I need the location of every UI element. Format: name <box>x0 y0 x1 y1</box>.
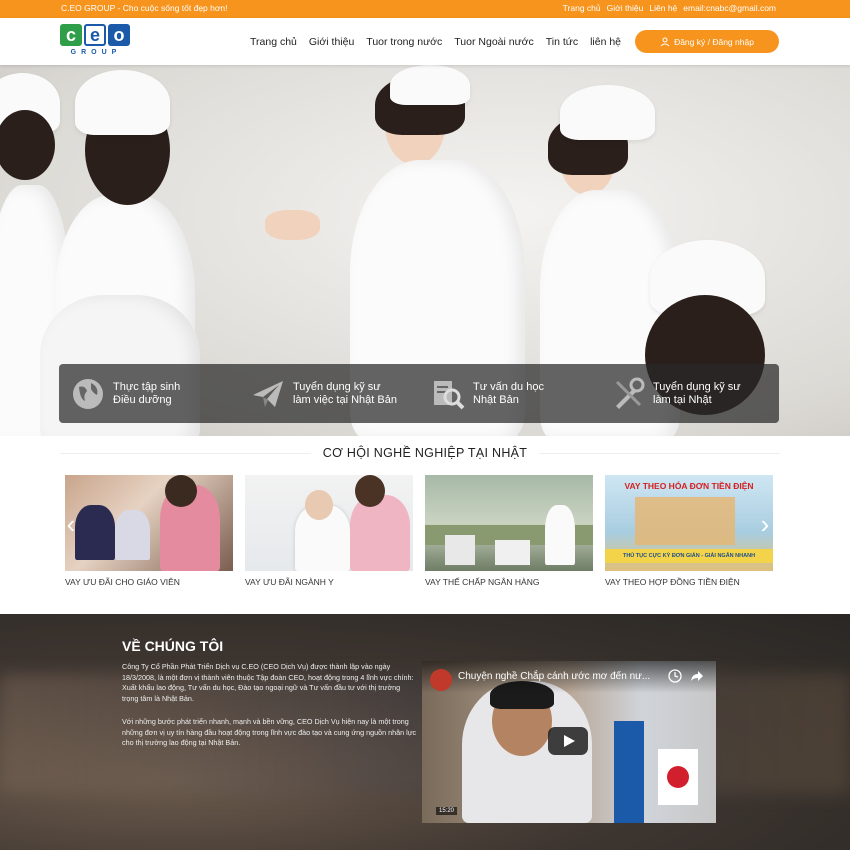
video-flag-sun <box>667 766 689 788</box>
card-caption: VAY ƯU ĐÃI CHO GIÁO VIÊN <box>65 577 180 587</box>
feature-line1: Tuyển dụng kỹ sư <box>653 380 741 393</box>
header: c e o GROUP Trang chủ Giới thiệu Tuor tr… <box>0 18 850 65</box>
logo-letters: c e o <box>60 24 132 46</box>
feature-intern-nursing-text: Thực tập sinh Điều dưỡng <box>113 381 180 407</box>
career-card[interactable]: VAY ƯU ĐÃI CHO GIÁO VIÊN <box>65 475 233 587</box>
card-caption: VAY ƯU ĐÃI NGÀNH Y <box>245 577 334 587</box>
top-links: Trang chủ Giới thiệu Liên hệ email:cnabc… <box>563 3 776 13</box>
hero-banner: Thực tập sinh Điều dưỡng Tuyển dụng kỹ s… <box>0 65 850 436</box>
paper-plane-icon <box>253 380 283 407</box>
career-card[interactable]: VAY THẾ CHẤP NGÂN HÀNG <box>425 475 593 587</box>
top-link-contact[interactable]: Liên hệ <box>649 3 677 13</box>
nav-item-home[interactable]: Trang chủ <box>250 36 297 48</box>
about-section: VỀ CHÚNG TÔI Công Ty Cổ Phần Phát Triển … <box>0 614 850 850</box>
card-image-electricity: VAY THEO HÓA ĐƠN TIỀN ĐIỆN THỦ TỤC CỰC K… <box>605 475 773 571</box>
about-title: VỀ CHÚNG TÔI <box>122 638 224 654</box>
card-image-teacher <box>65 475 233 571</box>
video-duration: 15:20 <box>436 807 458 815</box>
feature-engineer-recruit-text: Tuyển dụng kỹ sư làm tại Nhật <box>653 381 741 407</box>
feature-engineer-japan[interactable]: Tuyển dụng kỹ sư làm việc tại Nhật Bản <box>239 364 419 423</box>
about-paragraph-1: Công Ty Cổ Phần Phát Triển Dịch vụ C.EO … <box>122 662 414 703</box>
feature-engineer-japan-text: Tuyển dụng kỹ sư làm việc tại Nhật Bản <box>293 381 397 407</box>
hero-cap-main <box>390 65 470 105</box>
feature-line1: Tư vấn du học <box>473 380 544 393</box>
feature-bar: Thực tập sinh Điều dưỡng Tuyển dụng kỹ s… <box>59 364 779 423</box>
search-document-icon <box>434 380 465 409</box>
feature-line2: Điều dưỡng <box>113 393 172 406</box>
feature-line1: Thực tập sinh <box>113 380 181 393</box>
feature-line1: Tuyển dụng kỹ sư <box>293 380 381 393</box>
logo-letter-o: o <box>108 24 130 46</box>
banner-top-text: VAY THEO HÓA ĐƠN TIỀN ĐIỆN <box>624 481 754 491</box>
feature-study-abroad-text: Tư vấn du học Nhật Bản <box>473 381 544 407</box>
card-caption: VAY THẾ CHẤP NGÂN HÀNG <box>425 577 540 587</box>
share-icon[interactable] <box>690 669 704 683</box>
video-logo-banner <box>614 721 644 823</box>
user-icon <box>660 37 670 46</box>
nav-item-foreign-tour[interactable]: Tuor Ngoài nước <box>454 36 533 48</box>
nav-item-contact[interactable]: liên hệ <box>590 36 621 48</box>
section-title-text: CƠ HỘI NGHỀ NGHIỆP TẠI NHẬT <box>310 446 540 460</box>
feature-engineer-recruit[interactable]: Tuyển dụng kỹ sư làm tại Nhật <box>599 364 779 423</box>
top-link-about[interactable]: Giới thiệu <box>607 3 644 13</box>
feature-study-abroad[interactable]: Tư vấn du học Nhật Bản <box>419 364 599 423</box>
feature-intern-nursing[interactable]: Thực tập sinh Điều dưỡng <box>59 364 239 423</box>
logo-letter-e: e <box>84 24 106 46</box>
hero-hand <box>265 210 320 240</box>
top-bar: C.EO GROUP - Cho cuộc sống tốt đẹp hơn! … <box>0 0 850 18</box>
carousel-next-arrow[interactable]: › <box>758 510 772 538</box>
top-link-home[interactable]: Trang chủ <box>563 3 601 13</box>
section-title: CƠ HỘI NGHỀ NGHIỆP TẠI NHẬT <box>0 446 850 460</box>
tools-icon <box>615 377 645 409</box>
card-image-bank <box>425 475 593 571</box>
play-button[interactable] <box>548 727 588 755</box>
career-carousel: VAY ƯU ĐÃI CHO GIÁO VIÊN VAY ƯU ĐÃI NGÀN… <box>65 475 773 595</box>
card-image-medical <box>245 475 413 571</box>
hero-cap-right <box>560 85 655 140</box>
nav-item-news[interactable]: Tin tức <box>546 36 578 48</box>
register-login-button[interactable]: Đăng ký / Đăng nhập <box>635 30 779 53</box>
feature-line2: làm tại Nhật <box>653 393 712 406</box>
clock-icon[interactable] <box>668 669 682 683</box>
carousel-prev-arrow[interactable]: ‹ <box>64 510 78 538</box>
nav-item-domestic-tour[interactable]: Tuor trong nước <box>366 36 442 48</box>
video-player[interactable]: Chuyện nghề Chắp cánh ước mơ đến nư... 1… <box>422 661 716 823</box>
logo-sub: GROUP <box>70 49 122 56</box>
globe-icon <box>73 378 103 409</box>
card-caption: VAY THEO HỢP ĐỒNG TIỀN ĐIỆN <box>605 577 740 587</box>
career-card[interactable]: VAY ƯU ĐÃI NGÀNH Y <box>245 475 413 587</box>
banner-bottom-text: THỦ TỤC CỰC KỲ ĐƠN GIẢN - GIẢI NGÂN NHAN… <box>605 549 773 563</box>
hero-cap-2 <box>75 70 170 135</box>
logo-letter-c: c <box>60 24 82 46</box>
register-login-label: Đăng ký / Đăng nhập <box>674 36 754 47</box>
video-title[interactable]: Chuyện nghề Chắp cánh ước mơ đến nư... <box>458 671 650 682</box>
feature-line2: Nhật Bản <box>473 393 519 406</box>
logo[interactable]: c e o GROUP <box>60 24 132 60</box>
about-paragraph-2: Với những bước phát triển nhanh, mạnh và… <box>122 717 417 747</box>
feature-line2: làm việc tại Nhật Bản <box>293 393 397 406</box>
top-link-email[interactable]: email:cnabc@gmail.com <box>683 3 776 13</box>
nav-item-about[interactable]: Giới thiệu <box>309 36 354 48</box>
career-card[interactable]: VAY THEO HÓA ĐƠN TIỀN ĐIỆN THỦ TỤC CỰC K… <box>605 475 773 587</box>
channel-avatar[interactable] <box>430 669 452 691</box>
main-nav: Trang chủ Giới thiệu Tuor trong nước Tuo… <box>250 36 621 48</box>
slogan: C.EO GROUP - Cho cuộc sống tốt đẹp hơn! <box>61 3 228 13</box>
